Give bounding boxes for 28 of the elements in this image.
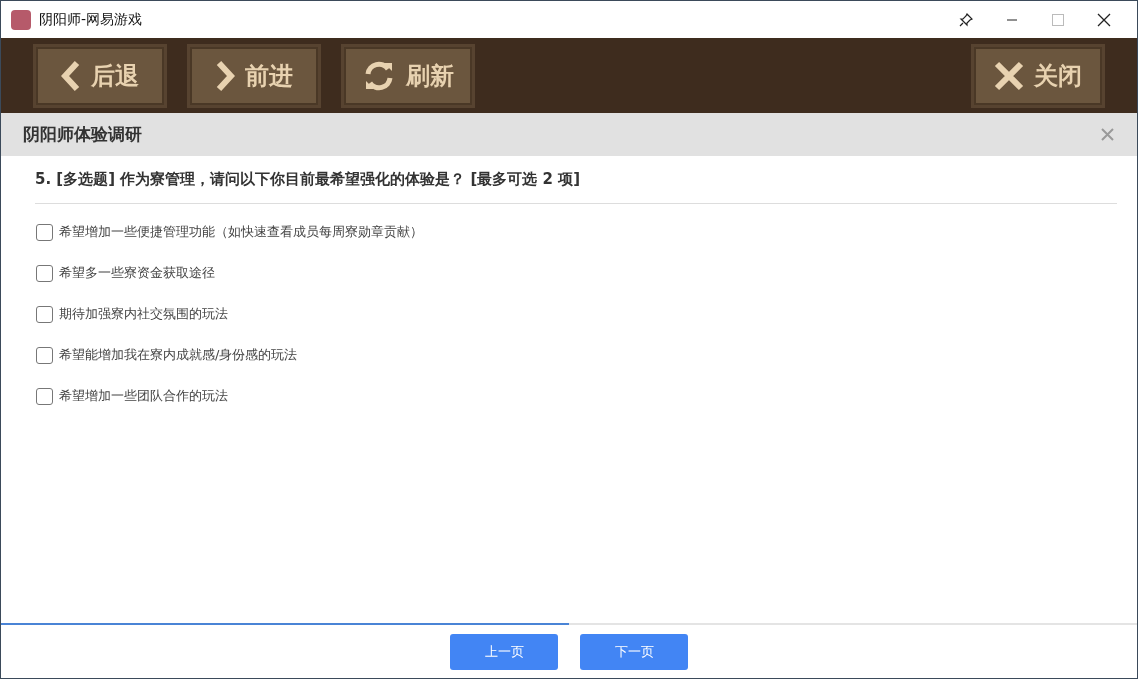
back-button[interactable]: 后退 bbox=[33, 43, 167, 108]
minimize-icon bbox=[1006, 18, 1018, 21]
checkbox[interactable] bbox=[36, 264, 53, 282]
checkbox[interactable] bbox=[36, 346, 53, 364]
option-label: 希望多一些寮资金获取途径 bbox=[59, 264, 215, 283]
maximize-icon bbox=[1052, 13, 1064, 26]
close-icon bbox=[1097, 12, 1111, 27]
previous-page-button[interactable]: 上一页 bbox=[450, 633, 558, 670]
question-text: 5. [多选题] 作为寮管理，请问以下你目前最希望强化的体验是？ [最多可选 2 项] bbox=[35, 156, 1117, 204]
option-label: 希望增加一些便捷管理功能（如快速查看成员每周寮勋章贡献） bbox=[59, 223, 423, 242]
refresh-button[interactable]: 刷新 bbox=[341, 43, 475, 108]
close-button[interactable]: 关闭 bbox=[971, 43, 1105, 108]
option-label: 希望增加一些团队合作的玩法 bbox=[59, 387, 228, 406]
window-title: 阴阳师-网易游戏 bbox=[39, 10, 143, 29]
pin-icon bbox=[959, 12, 973, 27]
option-label: 希望能增加我在寮内成就感/身份感的玩法 bbox=[59, 346, 298, 365]
close-icon bbox=[994, 60, 1024, 91]
survey-title: 阴阳师体验调研 bbox=[23, 122, 142, 146]
close-icon bbox=[1100, 128, 1114, 141]
app-icon bbox=[11, 9, 31, 30]
chevron-right-icon bbox=[215, 59, 235, 92]
forward-button[interactable]: 前进 bbox=[187, 43, 321, 108]
next-page-button[interactable]: 下一页 bbox=[580, 633, 688, 670]
checkbox[interactable] bbox=[36, 223, 53, 241]
checkbox[interactable] bbox=[36, 305, 53, 323]
checkbox[interactable] bbox=[36, 387, 53, 405]
option-label: 期待加强寮内社交氛围的玩法 bbox=[59, 305, 228, 324]
chevron-left-icon bbox=[61, 59, 81, 92]
